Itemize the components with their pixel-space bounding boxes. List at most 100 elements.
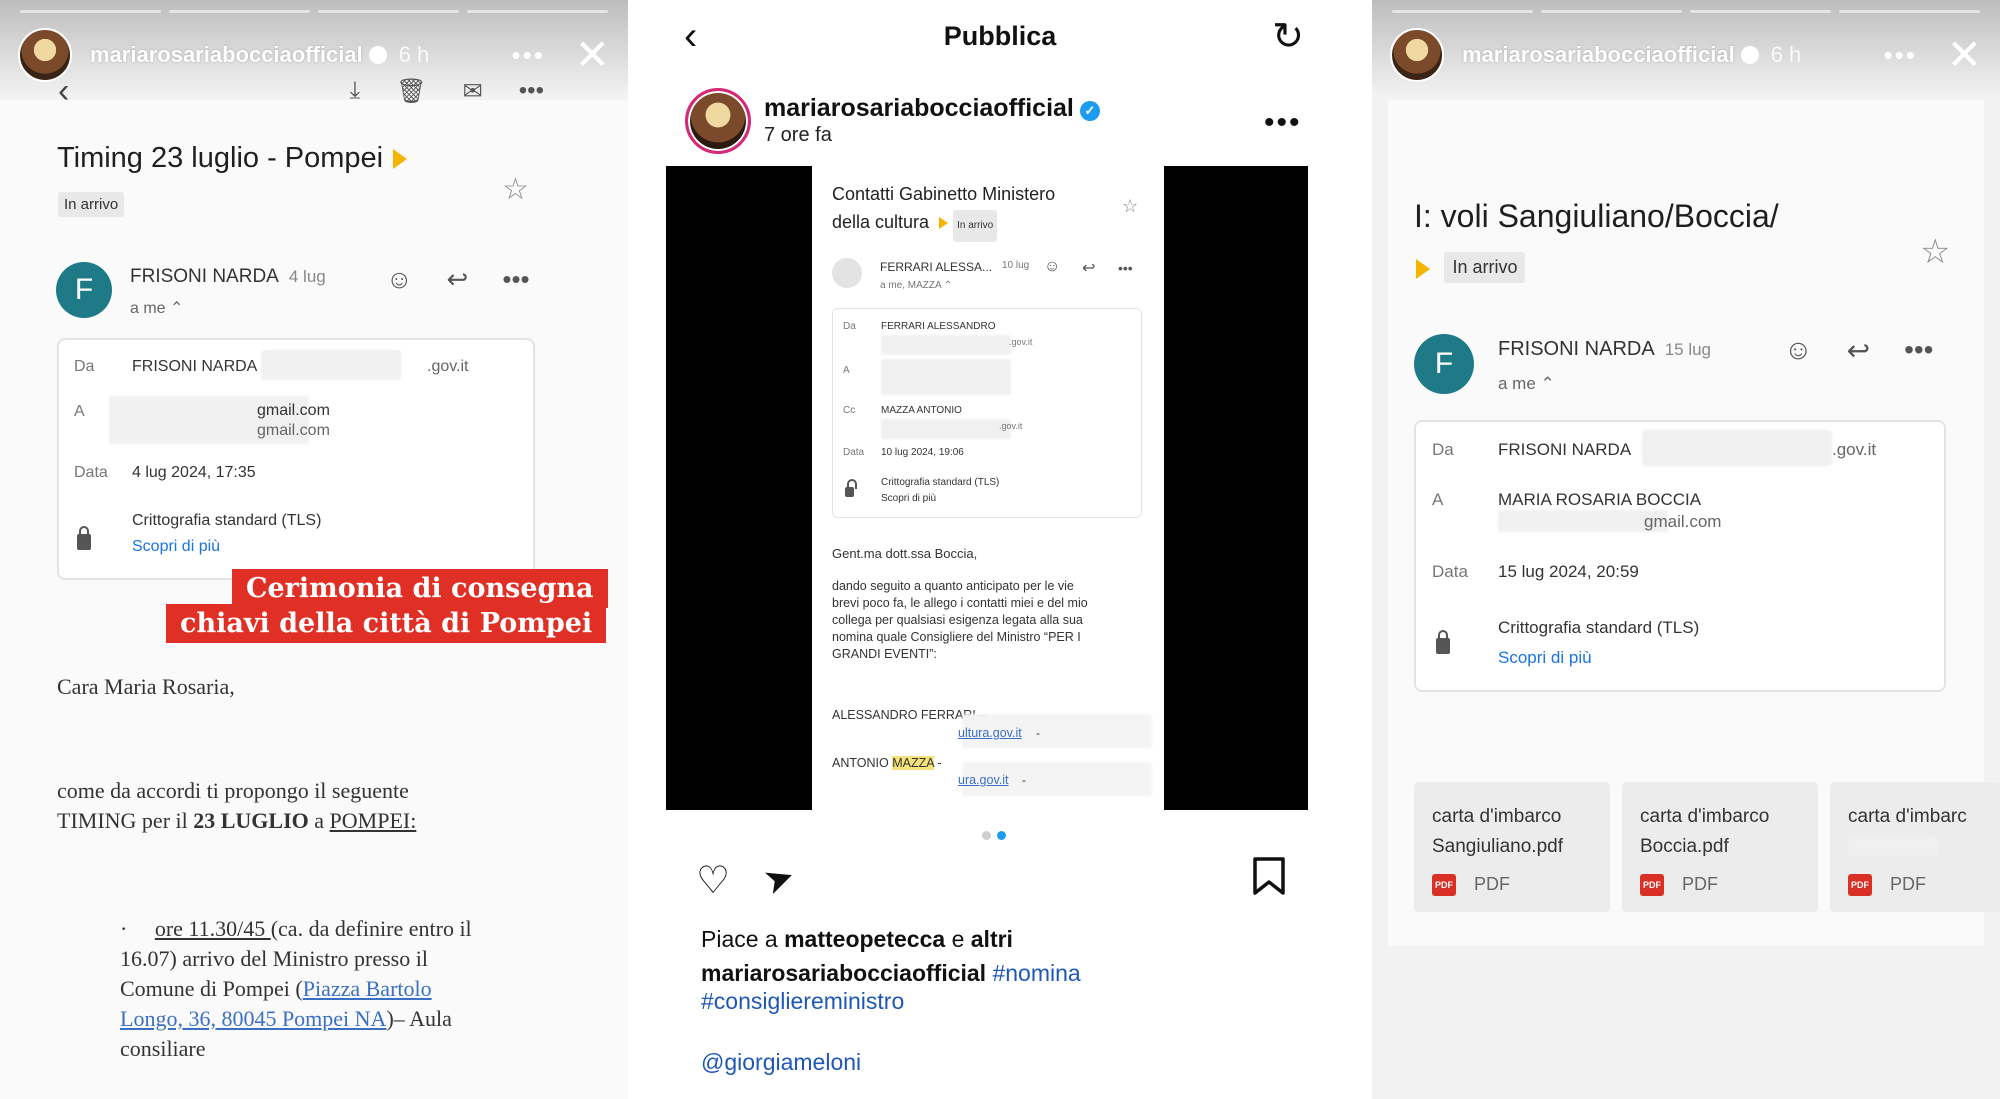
story-right: mariarosariabocciaofficial 6 h ••• ✕ I: … <box>1372 0 2000 1099</box>
lock-icon <box>1436 630 1450 654</box>
mention-link[interactable]: @giorgiameloni <box>701 1049 861 1076</box>
more-icon[interactable]: ••• <box>502 264 529 295</box>
attachment-card[interactable]: carta d'imbarc PDF PDF <box>1830 782 2000 912</box>
delete-icon[interactable]: 🗑 <box>396 77 426 106</box>
page-title: Pubblica <box>943 20 1057 51</box>
like-icon[interactable]: ♡ <box>696 858 730 903</box>
address-link[interactable]: Piazza Bartolo <box>303 976 432 1001</box>
email-actions: ☺ ↩ ••• <box>1784 334 1933 367</box>
label-inbox[interactable]: In arrivo <box>58 192 125 217</box>
story-header: mariarosariabocciaofficial 6 h ••• ✕ <box>1390 24 1982 86</box>
recipient-toggle[interactable]: a me ⌃ <box>1498 374 1555 394</box>
liker-username[interactable]: matteopetecca <box>784 926 945 952</box>
detail-to-2: gmail.com <box>257 422 330 439</box>
close-icon[interactable]: ✕ <box>1947 34 1982 76</box>
label-inbox: In arrivo <box>953 210 998 242</box>
learn-more-link[interactable]: Scopri di più <box>1498 648 1592 668</box>
more-icon[interactable]: ••• <box>1883 40 1916 71</box>
detail-key-date: Data <box>1432 562 1468 581</box>
close-icon[interactable]: ✕ <box>575 34 610 76</box>
redaction <box>881 419 1011 439</box>
verified-icon <box>1740 46 1759 64</box>
text: Piace a <box>701 926 785 952</box>
detail-to-1: gmail.com <box>257 402 330 419</box>
archive-icon[interactable]: ⤓ <box>350 77 361 106</box>
email-subject: Timing 23 luglio - Pompei <box>57 142 408 175</box>
detail-date: 4 lug 2024, 17:35 <box>132 464 256 481</box>
emoji-icon[interactable]: ☺ <box>1784 334 1813 367</box>
attachment-name-line2: Boccia.pdf <box>1640 836 1729 857</box>
story-progress <box>20 10 608 13</box>
emoji-icon: ☺ <box>1044 258 1061 275</box>
likes-others[interactable]: altri <box>971 926 1013 952</box>
reply-icon: ↩ <box>1082 260 1096 277</box>
attachment-type: PDF <box>1890 874 1926 894</box>
detail-key-cc: Cc <box>843 405 856 416</box>
highlighted-text: MAZZA <box>892 756 934 770</box>
back-icon[interactable]: ‹ <box>58 72 69 111</box>
detail-date: 15 lug 2024, 20:59 <box>1498 562 1639 581</box>
avatar[interactable] <box>685 88 751 154</box>
address-link[interactable]: Longo, 36, 80045 Pompei NA <box>120 1006 386 1031</box>
redaction <box>1848 836 1938 856</box>
detail-cc: MAZZA ANTONIO <box>881 405 962 416</box>
star-icon[interactable]: ☆ <box>1920 232 1950 272</box>
email-date: 15 lug <box>1664 340 1712 359</box>
caption-username[interactable]: mariarosariabocciaofficial <box>701 960 986 986</box>
hashtag-link[interactable]: #nomina <box>992 960 1080 986</box>
recipient-toggle[interactable]: a me ⌃ <box>130 298 183 318</box>
attachment-type: PDF <box>1474 874 1510 894</box>
detail-key-to: A <box>74 403 85 420</box>
carousel-indicator <box>982 831 1006 840</box>
learn-more-link[interactable]: Scopri di più <box>132 538 220 556</box>
pdf-icon: PDF <box>1848 874 1872 896</box>
email-actions: ☺ ↩ ••• <box>386 264 530 295</box>
reply-icon[interactable]: ↩ <box>1847 334 1870 367</box>
sender-name: FRISONI NARDA 4 lug <box>130 266 326 288</box>
important-icon <box>939 217 949 230</box>
text-underlined: ore 11.30/45 <box>154 916 271 941</box>
star-icon[interactable]: ☆ <box>502 172 529 207</box>
more-icon[interactable]: ••• <box>1904 334 1933 367</box>
emoji-icon[interactable]: ☺ <box>386 264 413 295</box>
detail-from: FRISONI NARDA <box>132 358 258 375</box>
more-icon[interactable]: ••• <box>519 77 544 106</box>
email-body-line: collega per qualsiasi esigenza legata al… <box>832 613 1083 627</box>
label-inbox[interactable]: In arrivo <box>1444 252 1526 283</box>
avatar[interactable] <box>1390 28 1444 82</box>
detail-encryption: Crittografia standard (TLS) <box>1498 618 1700 637</box>
attachment-card[interactable]: carta d'imbarco Boccia.pdf PDF PDF <box>1622 782 1818 912</box>
email-details: Da FRISONI NARDA .gov.it A MARIA ROSARIA… <box>1414 420 1946 692</box>
email-subject: I: voli Sangiuliano/Boccia/ <box>1414 198 1779 234</box>
text-bold: 23 LUGLIO <box>193 808 309 833</box>
mark-unread-icon[interactable]: ✉ <box>463 77 483 106</box>
bullet: · <box>120 916 128 941</box>
attachment-name: carta d'imbarco Sangiuliano.pdf <box>1432 802 1563 862</box>
likes-line: Piace a matteopetecca e altri <box>701 926 1013 953</box>
contact-2-name: ANTONIO MAZZA - <box>832 756 942 770</box>
detail-from-domain: .gov.it <box>1832 440 1877 459</box>
save-icon[interactable] <box>1252 856 1286 906</box>
story-time: 6 h <box>398 42 430 67</box>
share-icon[interactable]: ➤ <box>758 854 801 904</box>
refresh-icon[interactable]: ↻ <box>1272 14 1304 59</box>
more-icon[interactable]: ••• <box>511 40 544 71</box>
email-body-line1: come da accordi ti propongo il seguente <box>57 778 409 803</box>
important-icon <box>393 149 408 170</box>
attachment-name-line2: Sangiuliano.pdf <box>1432 836 1563 857</box>
post-username-text[interactable]: mariarosariabocciaofficial <box>764 94 1074 122</box>
story-username[interactable]: mariarosariabocciaofficial <box>1462 42 1735 68</box>
email-body-line: GRANDI EVENTI”: <box>832 647 937 661</box>
attachment-card[interactable]: carta d'imbarco Sangiuliano.pdf PDF PDF <box>1414 782 1610 912</box>
back-icon[interactable]: ‹ <box>684 14 697 59</box>
attachment-name: carta d'imbarc <box>1848 802 1967 832</box>
detail-key-date: Data <box>74 464 108 481</box>
hashtag-link[interactable]: #consigliereministro <box>701 988 904 1015</box>
story-username[interactable]: mariarosariabocciaofficial <box>90 42 363 68</box>
post-username[interactable]: mariarosariabocciaofficial ✓ <box>764 94 1100 123</box>
label-container: In arrivo <box>58 192 125 217</box>
more-icon[interactable]: ••• <box>1264 106 1302 140</box>
story-content: mariarosariabocciaofficial 6 h ••• ✕ I: … <box>1372 0 2000 1099</box>
post-media[interactable]: Contatti Gabinetto Ministero della cultu… <box>666 166 1308 810</box>
reply-icon[interactable]: ↩ <box>447 264 469 295</box>
